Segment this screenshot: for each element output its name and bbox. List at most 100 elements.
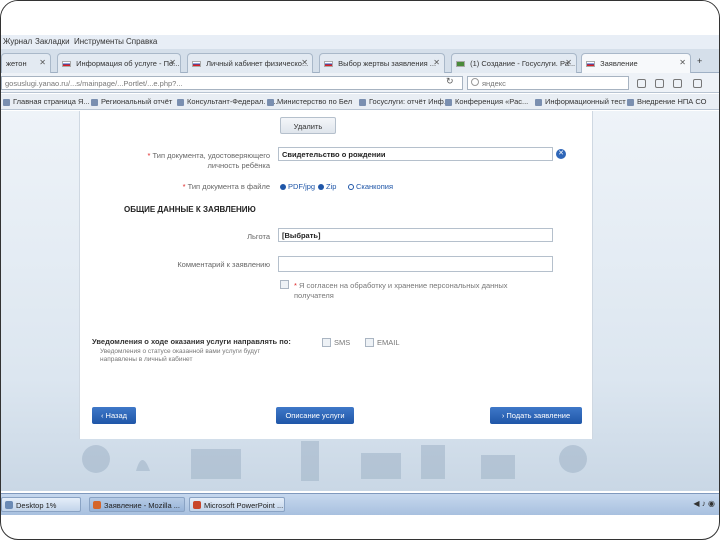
menu-journal[interactable]: Журнал [3,37,32,46]
tab-4[interactable]: Выбор жертвы заявления ... ✕ [319,53,445,73]
top-margin [1,1,719,35]
bookmark-icon [445,98,452,106]
bookmark-icon [267,98,274,106]
flag-icon [586,61,595,68]
search-icon[interactable] [471,78,479,86]
close-tab-icon[interactable]: ✕ [565,58,572,67]
close-tab-icon[interactable]: ✕ [679,58,686,67]
menu-tools[interactable]: Инструменты [74,37,124,46]
bookmark-label: Министерство по Бел [277,97,353,106]
consent-text-line1: Я согласен на обработку и хранение персо… [299,281,508,290]
downloads-icon[interactable] [655,79,664,88]
delete-button[interactable]: Удалить [280,117,336,134]
clear-icon[interactable]: ✕ [556,149,566,159]
email-label: EMAIL [377,338,400,347]
screen-frame: Журнал Закладки Инструменты Справка жето… [0,0,720,540]
notify-hint-line1: Уведомления о статусе оказанной вами усл… [100,348,261,355]
bookmark-label: Консультант-Федерал. п... [187,97,278,106]
doc-type-select[interactable]: Свидетельство о рождении [278,147,553,161]
tab-2[interactable]: Информация об услуге - По... ✕ [57,53,181,73]
menu-bookmarks[interactable]: Закладки [35,37,70,46]
comment-input[interactable] [278,256,553,272]
menu-help[interactable]: Справка [126,37,157,46]
bookmark-label: Главная страница Я... [13,97,90,106]
back-label: ‹ Назад [100,411,128,420]
bookmark-item[interactable]: Региональный отчёт [91,97,172,106]
consent-checkbox[interactable] [280,280,289,289]
notify-title: Уведомления о ходе оказания услуги напра… [92,337,291,346]
decoration-shape [361,453,401,479]
doc-type-label: * Тип документа, удостоверяющего личност… [120,151,270,171]
bookmark-item[interactable]: Госуслуги: отчёт Инф... [359,97,450,106]
menu-icon[interactable] [693,79,702,88]
tab-label: Личный кабинет физическо... [206,59,309,68]
powerpoint-icon [193,501,201,509]
close-tab-icon[interactable]: ✕ [433,58,440,67]
close-tab-icon[interactable]: ✕ [39,58,46,67]
tab-bar: жетон ✕ Информация об услуге - По... ✕ Л… [1,49,719,73]
tab-label: Информация об услуге - По... [76,59,180,68]
form-panel: Удалить * Тип документа, удостоверяющего… [79,111,593,439]
search-input[interactable]: яндекс [467,76,629,90]
sms-checkbox[interactable] [322,338,331,347]
task-item[interactable]: Desktop 1% [1,497,81,512]
bookmark-item[interactable]: Главная страница Я... [3,97,90,106]
lgota-select[interactable]: [Выбрать] [278,228,553,242]
task-label: Microsoft PowerPoint ... [204,501,284,510]
home-icon[interactable] [673,79,682,88]
new-tab-icon[interactable]: + [697,56,702,66]
bookmark-item[interactable]: Конференция «Рас... [445,97,528,106]
site-icon [456,61,465,68]
task-item-firefox[interactable]: Заявление - Mozilla ... [89,497,185,512]
bookmark-item[interactable]: Внедрение НПА СО [627,97,706,106]
description-label: Описание услуги [285,411,345,420]
tab-active[interactable]: Заявление ✕ [581,53,691,73]
task-label: Заявление - Mozilla ... [104,501,180,510]
tab-label: жетон [6,59,27,68]
submit-button[interactable]: › Подать заявление [490,407,582,424]
bookmark-icon [535,98,542,106]
submit-label: › Подать заявление [501,411,571,420]
menu-bar: Журнал Закладки Инструменты Справка [1,35,719,49]
consent-text: * Я согласен на обработку и хранение пер… [294,281,508,290]
system-tray[interactable]: ◀ ♪ ◉ [693,499,715,508]
flag-icon [324,61,333,68]
radio-scan-label: Сканкопия [356,182,394,191]
radio-pdf-label: PDF/jpg [288,182,316,191]
bookmark-icon [359,98,366,106]
bookmark-item[interactable]: Консультант-Федерал. п... [177,97,278,106]
bookmark-star-icon[interactable] [637,79,646,88]
sms-label: SMS [334,338,351,347]
back-button[interactable]: ‹ Назад [92,407,136,424]
radio-zip[interactable] [318,184,324,190]
close-tab-icon[interactable]: ✕ [169,58,176,67]
tab-3[interactable]: Личный кабинет физическо... ✕ [187,53,313,73]
close-tab-icon[interactable]: ✕ [301,58,308,67]
radio-scan[interactable] [348,184,354,190]
bookmark-icon [627,98,634,106]
radio-zip-label: Zip [326,182,337,191]
reload-icon[interactable]: ↻ [446,76,454,87]
file-type-label: * Тип документа в файле [120,182,270,192]
bookmark-label: Региональный отчёт [101,97,173,106]
bookmark-label: Конференция «Рас... [455,97,529,106]
bookmark-item[interactable]: Министерство по Бел [267,97,352,106]
firefox-icon [93,501,101,509]
tab-label: (1) Создание - Госуслуги. Ра... [470,59,576,68]
comment-label: Комментарий к заявлению [177,260,270,269]
url-input[interactable]: gosuslugi.yanao.ru/...s/mainpage/...Port… [1,76,463,90]
service-description-button[interactable]: Описание услуги [276,407,354,424]
delete-label: Удалить [293,122,323,131]
task-item-powerpoint[interactable]: Microsoft PowerPoint ... [189,497,285,512]
seal-icon [559,445,587,473]
tab-1[interactable]: жетон ✕ [1,53,51,73]
bookmark-icon [3,98,10,106]
email-checkbox[interactable] [365,338,374,347]
bookmark-label: Госуслуги: отчёт Инф... [369,97,451,106]
section-title: ОБЩИЕ ДАННЫЕ К ЗАЯВЛЕНИЮ [124,205,256,214]
radio-pdf[interactable] [280,184,286,190]
tab-label: Заявление [600,59,638,68]
bookmark-item[interactable]: Информационный тест [535,97,626,106]
consent-text-line2: получателя [294,291,334,300]
tab-5[interactable]: (1) Создание - Госуслуги. Ра... ✕ [451,53,577,73]
